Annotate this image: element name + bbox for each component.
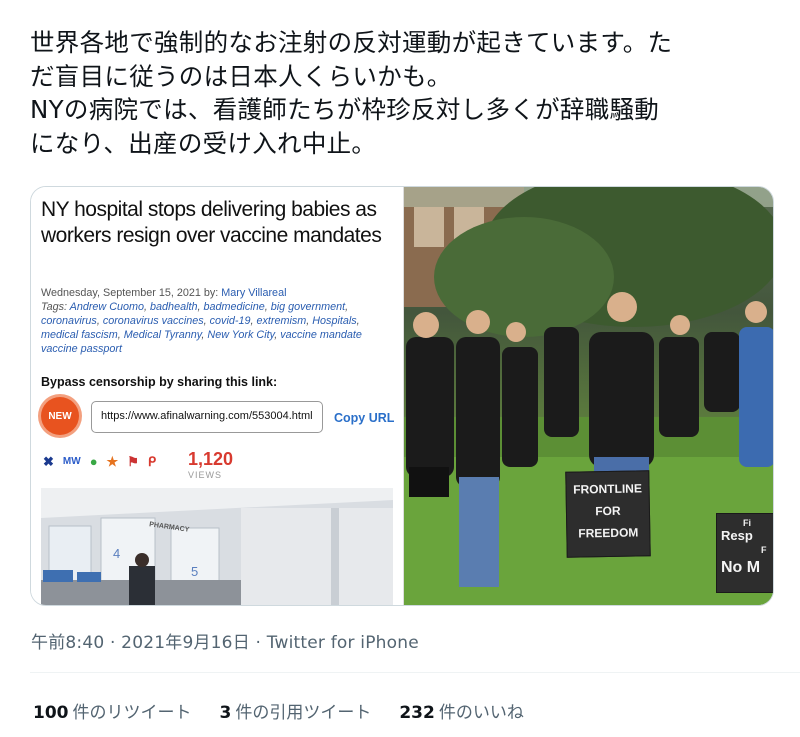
tweet-line: になり、出産の受け入れ中止。 [30,128,377,158]
pharmacy-photo: 4 5 PHARMACY [41,488,393,605]
sign-line: FREEDOM [578,525,639,541]
tag-link: badhealth [150,301,198,313]
tweet-line: だ盲目に従うのは日本人くらいかも。 [30,61,452,91]
share-url-field: https://www.afinalwarning.com/553004.htm… [91,401,323,433]
tag-link: Medical Tyranny [123,329,202,341]
tags-label: Tags: [41,301,68,313]
tweet-timestamp[interactable]: 午前8:40 · 2021年9月16日 · Twitter for iPhone [31,628,419,653]
protest-sign-frontline: FRONTLINE FOR FREEDOM [565,470,651,558]
pharmacy-scene: 4 5 [41,488,393,605]
tag-link: extremism [256,315,307,327]
retweets-label: 件のリツイート [72,703,192,723]
tag-link: medical fascism [41,329,118,341]
sign-line: FOR [595,503,621,519]
article-meta: Wednesday, September 15, 2021 by: Mary V… [41,286,396,356]
divider [30,672,800,673]
protest-sign-partial: Fi Resp F No M [716,513,773,593]
article-author: Mary Villareal [221,287,287,299]
share-icon-2: MW [62,456,81,467]
share-icon-1: ✖ [43,454,54,469]
copy-url-button: Copy URL [334,411,395,425]
counter-number: 4 [113,546,120,561]
sign-line: F [761,545,767,555]
likes-stat[interactable]: 232 件のいいね [399,698,524,723]
article-tags: Tags: Andrew Cuomo, badhealth, badmedici… [41,301,362,355]
tag-link: Andrew Cuomo [69,301,145,313]
quotes-label: 件の引用ツイート [235,703,372,723]
star-icon: ★ [106,454,119,469]
retweets-count: 100 [33,703,69,723]
engagement-stats: 100 件のリツイート 3 件の引用ツイート 232 件のいいね [33,698,524,723]
tag-link: coronavirus vaccines [102,315,204,327]
tag-link: big government [270,301,346,313]
article-headline: NY hospital stops delivering babies as w… [41,198,382,247]
counter-number: 5 [191,564,198,579]
share-icon-6: ᑭ [147,454,157,469]
sign-line: Fi [743,518,751,528]
likes-count: 232 [399,703,435,723]
tag-link: covid-19 [209,315,251,327]
article-screenshot[interactable]: NY hospital stops delivering babies as w… [31,187,404,605]
views-count: 1,120 [188,449,234,469]
article-date: Wednesday, September 15, 2021 by: [41,287,219,299]
protest-photo[interactable]: FRONTLINE FOR FREEDOM Fi Resp F No M [404,187,773,605]
share-icons: ✖ MW ● ★ ⚑ ᑭ [43,451,156,473]
tag-link: badmedicine [203,301,265,313]
tag-link: vaccine mandate [280,329,362,341]
tag-link: Hospitals [312,315,357,327]
frog-icon: ● [89,454,98,469]
bypass-label: Bypass censorship by sharing this link: [41,375,278,389]
flag-icon: ⚑ [127,454,139,469]
tweet-line: 世界各地で強制的なお注射の反対運動が起きています。た [30,28,673,57]
tag-link: New York City [207,329,275,341]
quotes-count: 3 [219,703,232,723]
likes-label: 件のいいね [438,703,524,723]
sign-line: Resp [721,528,753,543]
tag-link: vaccine passport [41,343,123,355]
tweet-line: NYの病院では、看護師たちが枠珍反対し多くが辞職騒動 [30,95,660,124]
sign-line: No M [721,559,761,576]
retweets-stat[interactable]: 100 件のリツイート [33,698,192,723]
tweet-media[interactable]: NY hospital stops delivering babies as w… [30,186,774,606]
tag-link: coronavirus [41,315,97,327]
quotes-stat[interactable]: 3 件の引用ツイート [220,698,372,723]
views-label: VIEWS [188,470,223,480]
tweet-text: 世界各地で強制的なお注射の反対運動が起きています。た だ盲目に従うのは日本人くら… [30,26,775,160]
sign-line: FRONTLINE [573,481,643,497]
new-badge: NEW [41,397,79,435]
